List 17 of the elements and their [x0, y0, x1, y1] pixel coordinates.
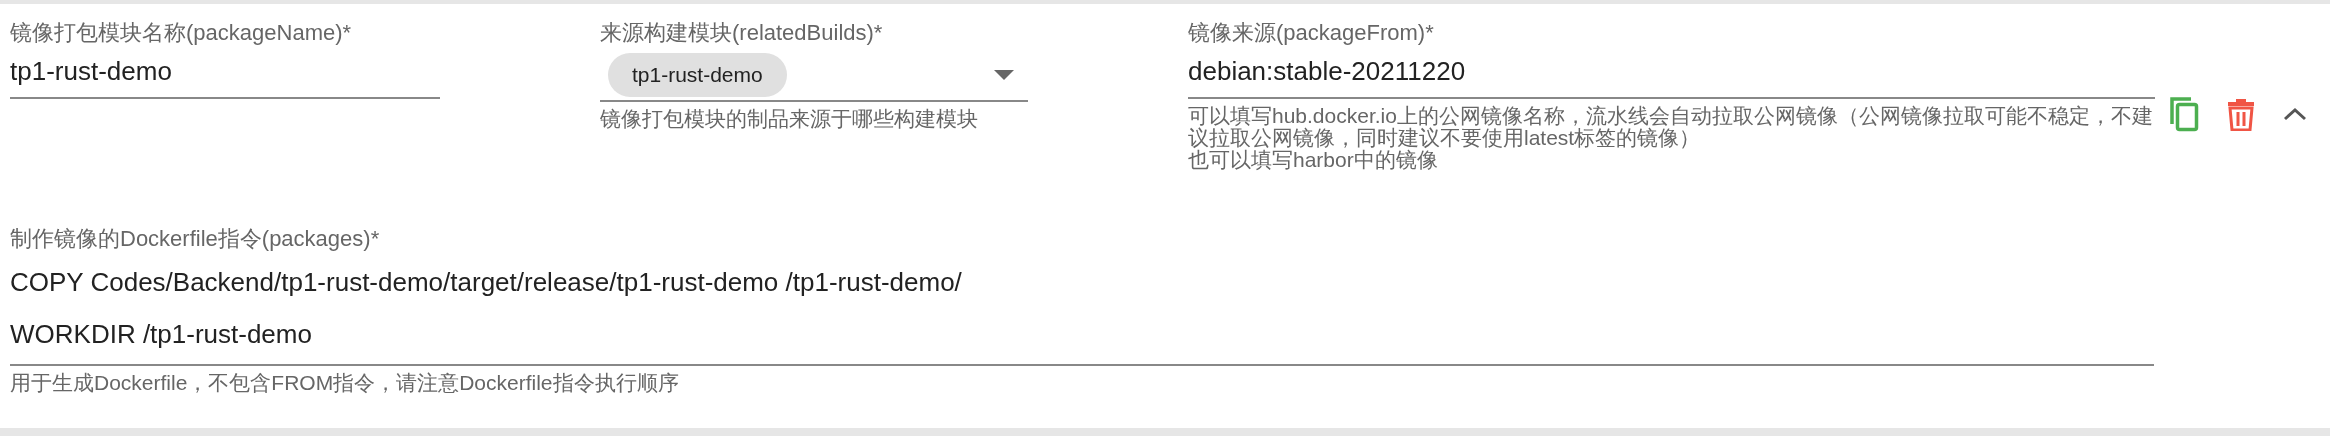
trash-icon[interactable] [2227, 97, 2255, 131]
select-field[interactable]: tp1-rust-demo [600, 50, 1028, 102]
field-hint: 可以填写hub.docker.io上的公网镜像名称，流水线会自动拉取公网镜像（公网镜像拉取可能不稳定，不建议拉取公网镜像，同时建议不要使用latest标签的镜像） [1188, 105, 2154, 149]
input-field[interactable]: tp1-rust-demo [10, 50, 440, 99]
field-label: 镜像来源(packageFrom)* [1188, 19, 1435, 47]
field-label: 制作镜像的Dockerfile指令(packages)* [10, 225, 381, 253]
field-label: 镜像打包模块名称(packageName)* [10, 19, 353, 47]
chip[interactable]: tp1-rust-demo [608, 53, 787, 97]
field-hint: 镜像打包模块的制品来源于哪些构建模块 [600, 108, 979, 130]
field-label: 来源构建模块(relatedBuilds)* [600, 19, 884, 47]
copy-icon[interactable] [2169, 96, 2199, 132]
caret-icon [994, 70, 1014, 80]
input-field[interactable]: debian:stable-20211220 [1188, 50, 2155, 99]
field-hint: 用于生成Dockerfile，不包含FROM指令，请注意Dockerfile指令执行顺序 [10, 372, 680, 394]
chevron-up-icon[interactable] [2283, 107, 2307, 121]
text-area[interactable]: COPY Codes/Backend/tp1-rust-demo/target/release/tp1-rust-demo /tp1-rust-demo/ WORKDIR /tp1-rust-demo [10, 256, 2154, 366]
field-hint: 也可以填写harbor中的镜像 [1188, 149, 1439, 171]
